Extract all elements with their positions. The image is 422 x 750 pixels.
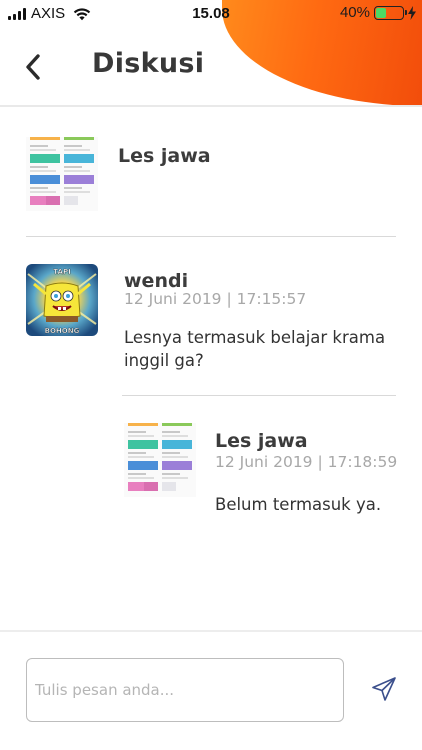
reply-author: Les jawa — [215, 430, 308, 452]
lesson-grid-thumbnail — [26, 137, 98, 211]
charging-bolt-icon — [408, 5, 416, 20]
avatar-text-bottom: BOHONG — [45, 327, 80, 335]
page-title: Diskusi — [92, 48, 205, 79]
discussion-topic: Les jawa — [26, 137, 396, 211]
reply-divider — [122, 395, 396, 396]
comment-author: wendi — [124, 270, 189, 292]
message-input[interactable] — [26, 658, 344, 722]
topic-title: Les jawa — [118, 145, 211, 167]
chevron-left-icon — [26, 54, 40, 80]
lesson-grid-thumbnail — [124, 423, 196, 497]
status-right: 40% — [340, 4, 416, 21]
send-icon — [372, 677, 396, 701]
send-button[interactable] — [370, 675, 398, 703]
back-button[interactable] — [20, 50, 50, 84]
status-bar: AXIS 15.08 40% — [0, 0, 422, 28]
battery-level — [376, 7, 387, 18]
reply-timestamp: 12 Juni 2019 | 17:18:59 — [215, 453, 398, 471]
comment-item: TAPI BOHONG wendi 12 Juni 2019 | 17:15:5… — [26, 264, 396, 374]
reply-message: Belum termasuk ya. — [215, 495, 382, 514]
comment-timestamp: 12 Juni 2019 | 17:15:57 — [124, 290, 307, 308]
battery-icon — [374, 5, 407, 20]
avatar-text-top: TAPI — [53, 268, 70, 276]
spongebob-meme-avatar: TAPI BOHONG — [26, 264, 98, 336]
app-header: Diskusi — [0, 28, 422, 106]
comment-message: Lesnya termasuk belajar krama inggil ga? — [124, 328, 386, 370]
reply-item: Les jawa 12 Juni 2019 | 17:18:59 Belum t… — [124, 423, 404, 523]
battery-percent: 40% — [339, 4, 370, 21]
message-composer — [0, 632, 422, 750]
topic-divider — [26, 236, 396, 237]
